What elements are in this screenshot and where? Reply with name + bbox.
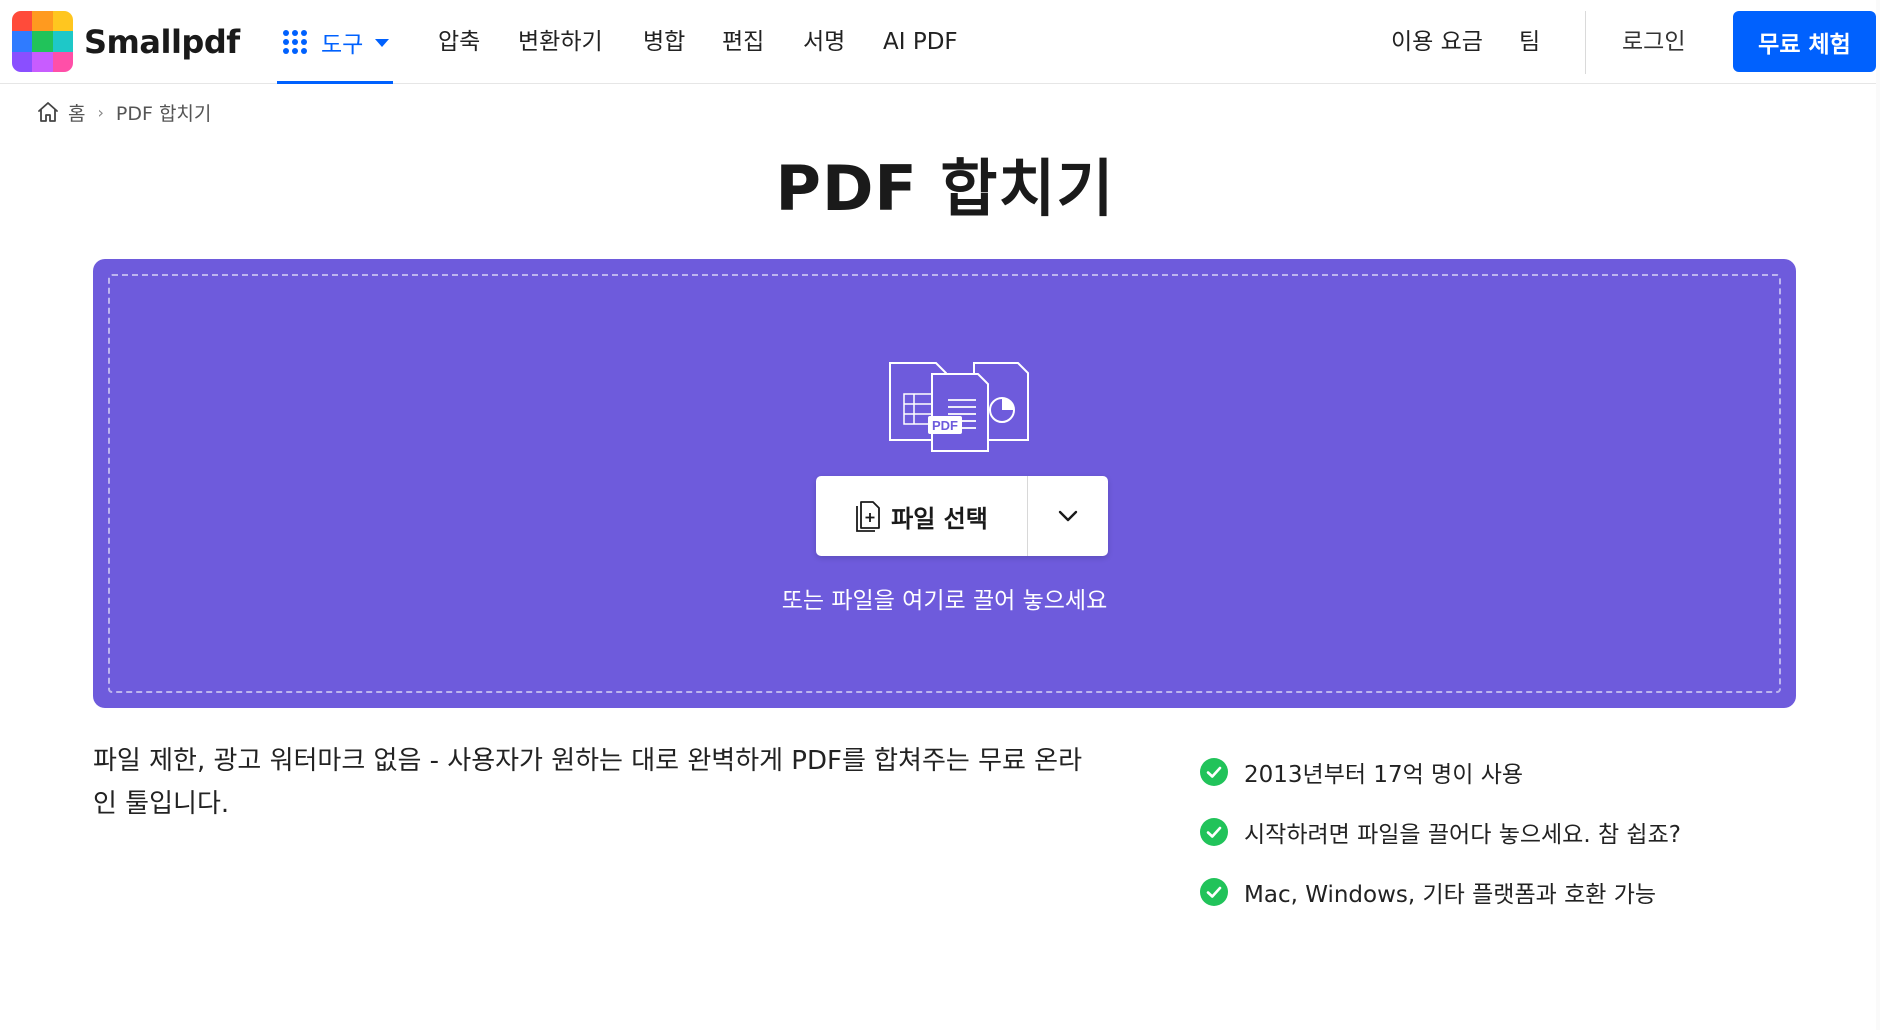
feature-item: Mac, Windows, 기타 플랫폼과 호환 가능 (1200, 862, 1840, 922)
check-circle-icon (1200, 878, 1228, 906)
nav-link-compress[interactable]: 압축 (438, 0, 480, 84)
breadcrumb: 홈 › PDF 합치기 (36, 98, 211, 126)
choose-file-button[interactable]: 파일 선택 (816, 476, 1028, 556)
check-circle-icon (1200, 758, 1228, 786)
breadcrumb-separator-icon: › (97, 102, 104, 122)
file-add-icon (856, 501, 881, 532)
feature-text: Mac, Windows, 기타 플랫폼과 호환 가능 (1244, 882, 1657, 908)
pdf-badge-text: PDF (932, 418, 958, 433)
header-divider (1585, 11, 1586, 74)
free-trial-button[interactable]: 무료 체험 (1733, 11, 1876, 72)
dropzone-dashed-border: PDF 파일 선택 또는 파일을 여기로 끌어 놓으세요 (108, 274, 1781, 693)
nav-tools-menu[interactable]: 도구 (277, 0, 393, 84)
page-edge (1876, 0, 1880, 1030)
feature-text: 2013년부터 17억 명이 사용 (1244, 762, 1524, 788)
file-select-button-group: 파일 선택 (816, 476, 1108, 556)
login-link[interactable]: 로그인 (1622, 0, 1685, 84)
check-circle-icon (1200, 818, 1228, 846)
nav-link-sign[interactable]: 서명 (803, 0, 845, 84)
smallpdf-logo-icon (12, 11, 73, 72)
choose-file-label: 파일 선택 (891, 504, 988, 533)
chevron-down-icon (1058, 510, 1078, 522)
logo-text: Smallpdf (84, 22, 240, 61)
documents-illustration-icon: PDF (889, 362, 1029, 452)
nav-link-ai-pdf[interactable]: AI PDF (883, 0, 958, 84)
breadcrumb-current: PDF 합치기 (115, 102, 212, 125)
feature-text: 시작하려면 파일을 끌어다 놓으세요. 참 쉽죠? (1244, 822, 1681, 848)
file-dropzone[interactable]: PDF 파일 선택 또는 파일을 여기로 끌어 놓으세요 (93, 259, 1796, 708)
nav-tools-label: 도구 (321, 32, 364, 58)
page-title: PDF 합치기 (775, 152, 1115, 225)
caret-down-icon (375, 39, 390, 47)
nav-link-edit[interactable]: 편집 (722, 0, 764, 84)
file-source-dropdown[interactable] (1028, 476, 1108, 556)
apps-grid-icon (283, 30, 307, 54)
breadcrumb-home[interactable]: 홈 (68, 99, 85, 126)
nav-link-convert[interactable]: 변환하기 (518, 0, 603, 84)
nav-active-underline (277, 81, 393, 84)
feature-item: 시작하려면 파일을 끌어다 놓으세요. 참 쉽죠? (1200, 802, 1840, 862)
nav-link-team[interactable]: 팀 (1519, 0, 1540, 84)
top-header: Smallpdf 도구 압축 변환하기 병합 편집 서명 AI PDF 이용 요… (0, 0, 1880, 84)
feature-item: 2013년부터 17억 명이 사용 (1200, 742, 1840, 802)
home-icon[interactable] (36, 100, 60, 124)
tool-description: 파일 제한, 광고 워터마크 없음 - 사용자가 원하는 대로 완벽하게 PDF… (93, 746, 1083, 819)
drop-hint-text: 또는 파일을 여기로 끌어 놓으세요 (781, 588, 1108, 614)
feature-list: 2013년부터 17억 명이 사용 시작하려면 파일을 끌어다 놓으세요. 참 … (1200, 742, 1840, 922)
nav-link-pricing[interactable]: 이용 요금 (1391, 0, 1483, 84)
nav-link-merge[interactable]: 병합 (643, 0, 685, 84)
logo[interactable]: Smallpdf (12, 11, 240, 72)
